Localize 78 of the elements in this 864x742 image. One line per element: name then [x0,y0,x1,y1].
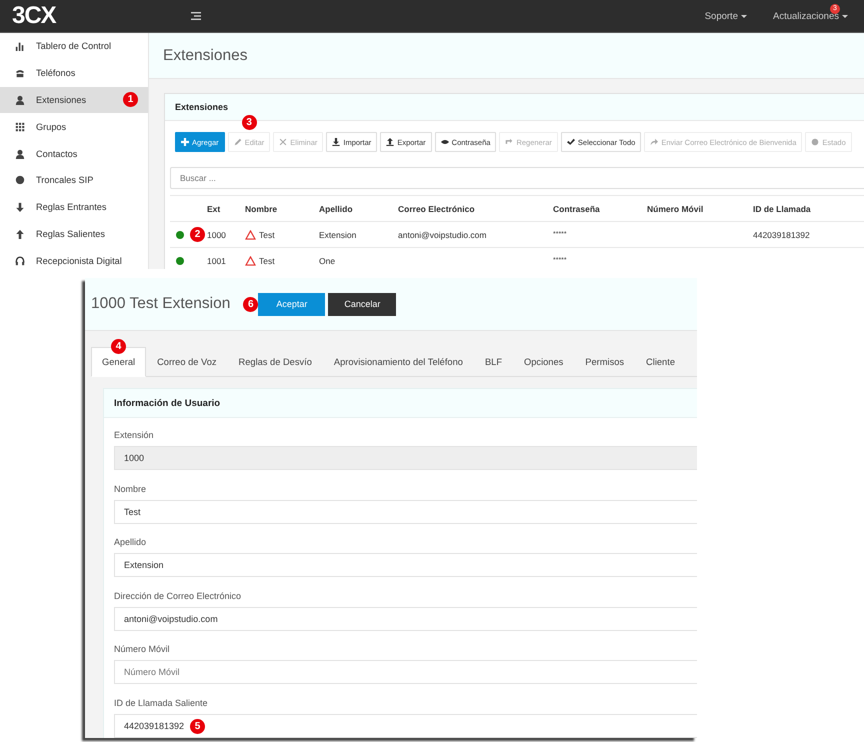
sidebar-item[interactable]: Extensiones 1 [0,86,148,114]
table-cell: Extension [319,230,356,240]
nav-dropdown[interactable]: Soporte [704,10,747,22]
section-title: Información de Usuario [114,398,220,408]
column-header[interactable]: Apellido [319,204,398,214]
plus-icon [181,138,189,146]
cross-icon [279,138,288,146]
upload-icon [386,138,394,146]
warning-icon [245,230,256,240]
sidebar-item[interactable]: Grupos [0,113,148,140]
sidebar-item[interactable]: Tablero de Control [0,33,148,60]
column-header[interactable]: Nombre [245,204,319,214]
search-field[interactable]: Buscar ... [170,167,864,189]
table-cell: 1001 [207,256,226,266]
person-icon [15,94,25,105]
input-field[interactable]: Extension [114,553,697,577]
dialog-title: 1000 Test Extension [91,295,230,313]
download-icon [332,138,340,146]
step-marker: 6 [243,296,258,312]
input-field[interactable]: antoni@voipstudio.com [114,606,697,630]
card-title: Extensiones [175,102,228,112]
step-marker: 4 [111,339,126,354]
column-header[interactable]: Contraseña [553,204,647,214]
field-label: Dirección de Correo Electrónico [114,590,242,600]
table-cell: 442039181392 [753,230,810,240]
field-label: Número Móvil [114,644,171,654]
caret-icon [740,14,747,18]
caret-icon [842,14,848,18]
down-arrow-icon [15,202,25,212]
pencil-icon [234,138,242,146]
tab[interactable]: Correo de Voz [146,347,228,377]
dialog-button[interactable]: Cancelar [328,292,396,316]
field-label: ID de Llamada Saliente [114,698,209,708]
person-icon [15,148,25,159]
sidebar-item[interactable]: Troncales SIP [0,166,148,194]
nav-dropdown[interactable]: Actualizaciones [772,10,848,22]
menu-icon[interactable] [190,12,201,20]
field-label: Apellido [114,537,148,547]
table-cell: Test [259,230,275,240]
column-header[interactable]: ID de Llamada [753,204,862,214]
field-label: Extensión [114,430,155,440]
page-title: Extensiones [163,46,248,64]
sidebar-item[interactable]: Reglas Entrantes [0,194,148,221]
step-marker: 3 [242,115,257,130]
tab[interactable]: Aprovisionamiento del Teléfono [322,347,474,377]
up-arrow-icon [15,228,25,239]
sidebar-item[interactable]: Recepcionista Digital [0,247,148,269]
field-label: Nombre [114,484,148,494]
table-cell: 1000 [207,230,226,240]
tab[interactable]: Opciones [513,347,574,377]
table-cell: One [319,256,336,266]
tab[interactable]: Reglas de Desvío [228,347,323,377]
grid-icon [15,122,25,132]
input-field[interactable]: Número Móvil [114,660,697,684]
dot-icon [811,138,820,146]
headset-icon [15,256,25,266]
step-marker: 1 [123,92,138,108]
table-cell: Test [259,256,275,266]
dialog-button[interactable]: Aceptar [258,292,326,316]
sidebar-item[interactable]: Contactos [0,140,148,167]
table-cell: antoni@voipstudio.com [398,230,486,240]
logo[interactable]: 3CX [12,2,56,30]
share-arrow-icon [650,138,658,146]
sidebar-item[interactable]: Reglas Salientes [0,220,148,248]
column-header[interactable]: Correo Electrónico [398,204,553,214]
check-icon [566,138,575,146]
bar-chart-icon [15,41,25,52]
tab[interactable]: Permisos [574,347,636,377]
warning-icon [245,256,256,266]
step-marker: 2 [190,227,205,242]
column-header[interactable]: Número Móvil [647,204,753,214]
phone-icon [15,68,25,78]
tab[interactable]: Cliente [635,347,686,377]
tab[interactable]: BLF [474,347,514,377]
input-field[interactable]: Test [114,500,697,524]
sidebar-item[interactable]: Teléfonos [0,60,148,87]
column-header[interactable]: Ext [207,204,245,214]
eye-icon [440,138,449,146]
